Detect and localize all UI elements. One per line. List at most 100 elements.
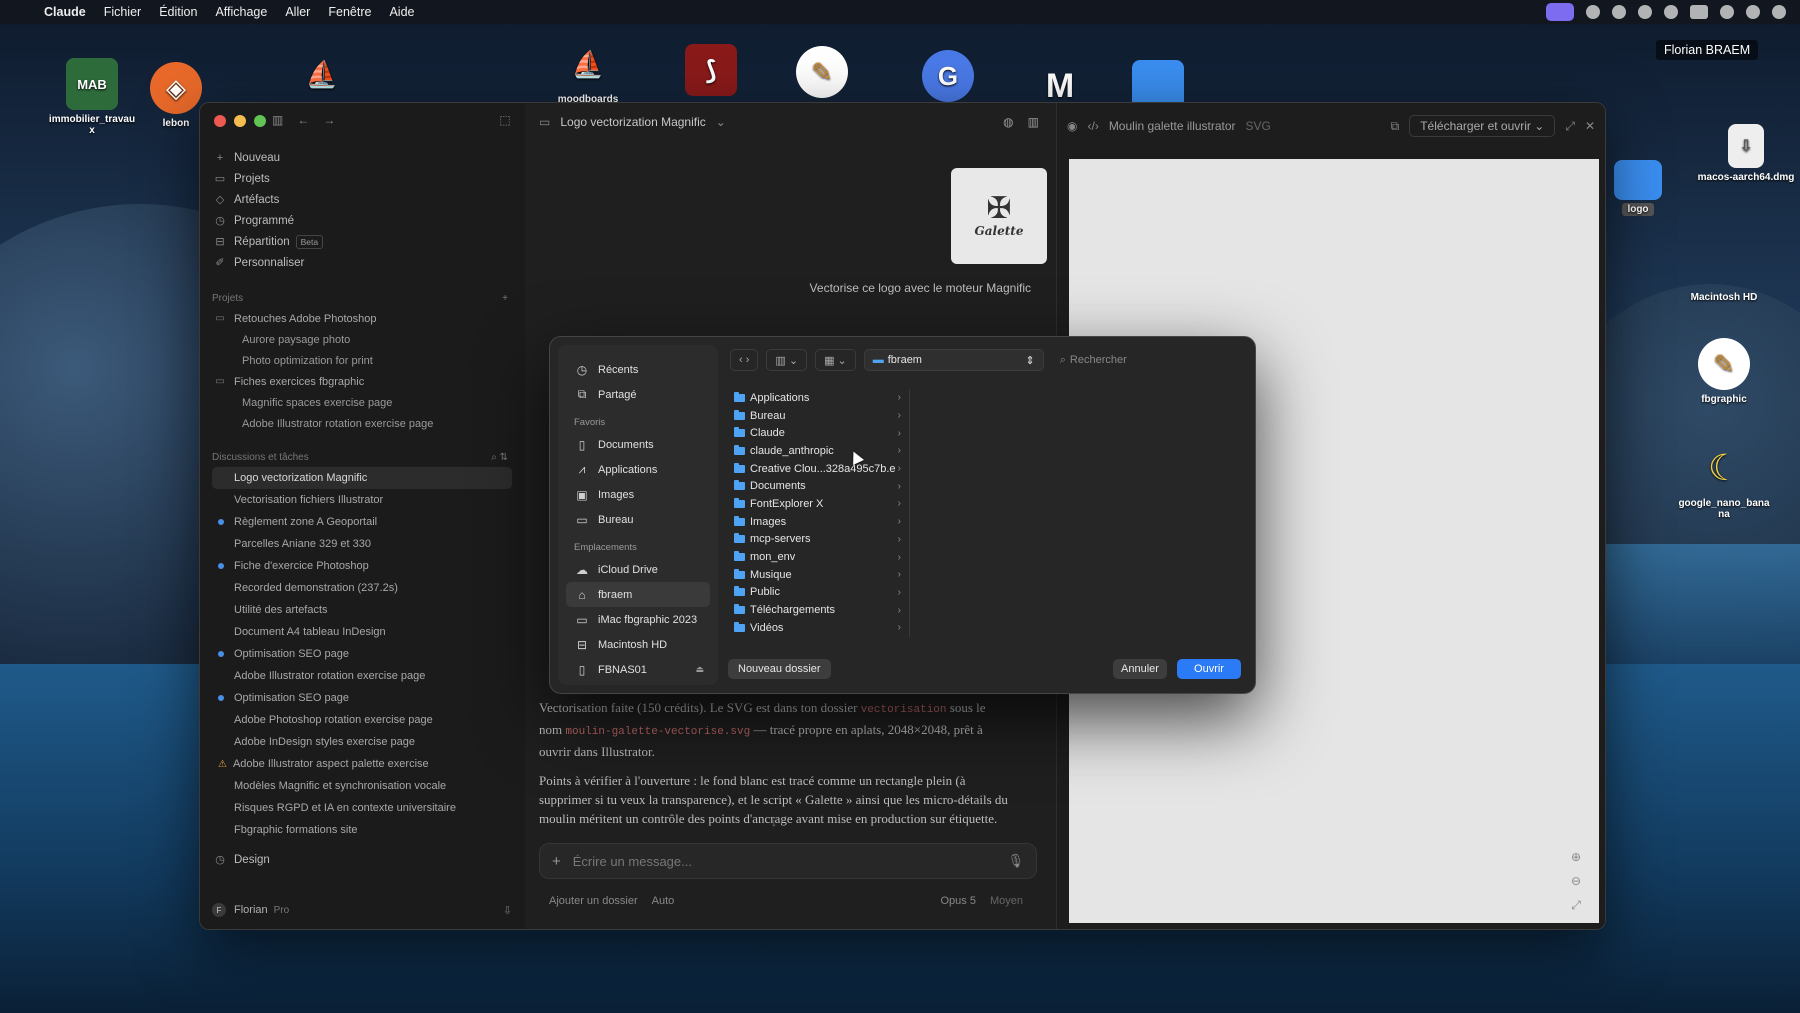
dialog-sidebar-home[interactable]: ⌂ fbraem (566, 582, 710, 607)
nav-design[interactable]: ◷ Design (212, 849, 512, 870)
folder-row[interactable]: Creative Clou...328a495c7b.e › (728, 460, 909, 478)
folder-row[interactable]: Téléchargements › (728, 601, 909, 619)
sparkle-icon[interactable] (1612, 5, 1626, 19)
composer-placeholder[interactable]: Écrire un message... (573, 854, 692, 869)
chat-item[interactable]: Document A4 tableau InDesign (212, 621, 512, 643)
chat-mode-icon[interactable]: ⬚ (499, 113, 510, 127)
open-button[interactable]: Ouvrir (1177, 659, 1241, 679)
chat-header[interactable]: ▭ Logo vectorization Magnific ⌄ (539, 115, 726, 129)
chat-item[interactable]: Fiche d'exercice Photoshop (212, 555, 512, 577)
menu-fichier[interactable]: Fichier (104, 5, 142, 19)
globe-icon[interactable]: ◍ (1003, 115, 1013, 129)
chat-item[interactable]: Utilité des artefacts (212, 599, 512, 621)
model-selector[interactable]: Opus 5 (941, 895, 976, 907)
add-folder-button[interactable]: Ajouter un dossier (549, 895, 638, 907)
dialog-sidebar-recents[interactable]: ◷ Récents (566, 357, 710, 382)
chat-bubble-icon[interactable] (1586, 5, 1600, 19)
chat-item[interactable]: Adobe Photoshop rotation exercise page (212, 709, 512, 731)
code-icon[interactable]: ‹/› (1087, 119, 1098, 133)
chat-item[interactable]: Parcelles Aniane 329 et 330 (212, 533, 512, 555)
folder-row[interactable]: Images › (728, 513, 909, 531)
scroll-down-icon[interactable]: ↓ (771, 815, 777, 829)
chat-item[interactable]: Risques RGPD et IA en contexte universit… (212, 797, 512, 819)
menu-affichage[interactable]: Affichage (215, 5, 267, 19)
desktop-icon-banana[interactable]: ☾ google_nano_bana na (1674, 442, 1774, 520)
panel-toggle-icon[interactable]: ▥ (1028, 115, 1039, 129)
folder-row[interactable]: Bureau › (728, 407, 909, 425)
dialog-sidebar-shared[interactable]: ⧉ Partagé (566, 382, 710, 407)
desktop-icon-sailboat[interactable]: ⛵ (272, 48, 372, 104)
dialog-sidebar-icloud[interactable]: ☁ iCloud Drive (566, 557, 710, 582)
screen-record-icon[interactable] (1546, 3, 1574, 21)
control-center-icon[interactable] (1690, 5, 1708, 19)
close-window-button[interactable] (214, 115, 226, 127)
desktop-icon-immobilier[interactable]: MAB immobilier_travau x (42, 58, 142, 136)
cloud-sync-icon[interactable] (1664, 5, 1678, 19)
wifi-icon[interactable] (1772, 5, 1786, 19)
project-item[interactable]: ▭ Fiches exercices fbgraphic (212, 371, 512, 392)
dialog-sidebar-macintosh[interactable]: ⊟ Macintosh HD (566, 632, 710, 657)
folder-row[interactable]: Vidéos › (728, 619, 909, 637)
nav-programme[interactable]: ◷ Programmé (212, 210, 512, 231)
path-popup[interactable]: ▬ fbraem ⇕ (863, 349, 1044, 371)
project-item[interactable]: ▭ Retouches Adobe Photoshop (212, 308, 512, 329)
desktop-icon-google[interactable]: G (898, 50, 998, 106)
folder-row[interactable]: claude_anthropic › (728, 442, 909, 460)
microphone-icon[interactable]: 🎙 (1007, 853, 1024, 869)
folder-row[interactable]: mcp-servers › (728, 531, 909, 549)
folder-row[interactable]: Musique › (728, 566, 909, 584)
project-chat-item[interactable]: Aurore paysage photo (212, 329, 512, 350)
dialog-sidebar-imac[interactable]: ▭ iMac fbgraphic 2023 (566, 607, 710, 632)
back-arrow-icon[interactable]: ← (297, 113, 309, 127)
close-icon[interactable]: ✕ (1585, 119, 1595, 133)
uploaded-logo-thumbnail[interactable]: ✠ Galette (951, 168, 1047, 264)
group-view-button[interactable]: ▦ ⌄ (815, 349, 856, 371)
menu-fenetre[interactable]: Fenêtre (328, 5, 371, 19)
bluetooth-icon[interactable] (1746, 5, 1760, 19)
minimize-window-button[interactable] (234, 115, 246, 127)
nav-projets[interactable]: ▭ Projets (212, 168, 512, 189)
desktop-icon-moodboards[interactable]: ⛵ moodboards (538, 38, 638, 106)
chat-item[interactable]: Optimisation SEO page (212, 687, 512, 709)
eye-icon[interactable]: ◉ (1067, 119, 1077, 133)
nav-artefacts[interactable]: ◇ Artéfacts (212, 189, 512, 210)
chat-item[interactable]: Fbgraphic formations site (212, 819, 512, 841)
folder-row[interactable]: Claude › (728, 424, 909, 442)
menu-app-name[interactable]: Claude (44, 5, 86, 19)
desktop-icon-acrobat[interactable]: ⟆ (661, 44, 761, 100)
desktop-icon-fbgraphic[interactable]: ✎ fbgraphic (1674, 338, 1774, 405)
new-folder-button[interactable]: Nouveau dossier (728, 659, 831, 679)
chat-item[interactable]: Optimisation SEO page (212, 643, 512, 665)
chat-item[interactable]: Adobe Illustrator rotation exercise page (212, 665, 512, 687)
chat-item[interactable]: ⚠ Adobe Illustrator aspect palette exerci… (212, 753, 512, 775)
copy-icon[interactable]: ⧉ (1391, 119, 1400, 134)
chat-item[interactable]: Logo vectorization Magnific (212, 467, 512, 489)
zoom-out-icon[interactable]: ⊖ (1571, 874, 1581, 888)
add-project-icon[interactable]: + (502, 293, 508, 304)
forward-arrow-icon[interactable]: → (323, 113, 335, 127)
nav-personnaliser[interactable]: ✐ Personnaliser (212, 252, 512, 273)
cancel-button[interactable]: Annuler (1113, 659, 1167, 679)
desktop-icon-dmg[interactable]: ⇩ macos-aarch64.dmg (1696, 124, 1796, 183)
desktop-icon-macintosh[interactable]: Macintosh HD (1674, 236, 1774, 303)
message-composer[interactable]: + Écrire un message... 🎙 (539, 843, 1037, 879)
chat-item[interactable]: Recorded demonstration (237.2s) (212, 577, 512, 599)
folder-row[interactable]: mon_env › (728, 548, 909, 566)
folder-row[interactable]: Applications › (728, 389, 909, 407)
claude-icon[interactable] (1638, 5, 1652, 19)
project-chat-item[interactable]: Photo optimization for print (212, 350, 512, 371)
folder-row[interactable]: Public › (728, 584, 909, 602)
chat-item[interactable]: Modèles Magnific et synchronisation voca… (212, 775, 512, 797)
dialog-sidebar-applications[interactable]: ⩘ Applications (566, 457, 710, 482)
menu-edition[interactable]: Édition (159, 5, 197, 19)
chat-item[interactable]: Règlement zone A Geoportail (212, 511, 512, 533)
account-footer[interactable]: F Florian Pro ⇩ (212, 903, 512, 917)
project-chat-item[interactable]: Magnific spaces exercise page (212, 392, 512, 413)
search-filter-icons[interactable]: ⌕ ⇅ (491, 452, 508, 463)
desktop-icon-pencil[interactable]: ✎ (772, 46, 872, 102)
chat-item[interactable]: Vectorisation fichiers Illustrator (212, 489, 512, 511)
chat-item[interactable]: Adobe InDesign styles exercise page (212, 731, 512, 753)
download-icon[interactable]: ⇩ (503, 904, 512, 917)
eject-icon[interactable]: ⏏ (695, 664, 704, 675)
folder-row[interactable]: Documents › (728, 477, 909, 495)
